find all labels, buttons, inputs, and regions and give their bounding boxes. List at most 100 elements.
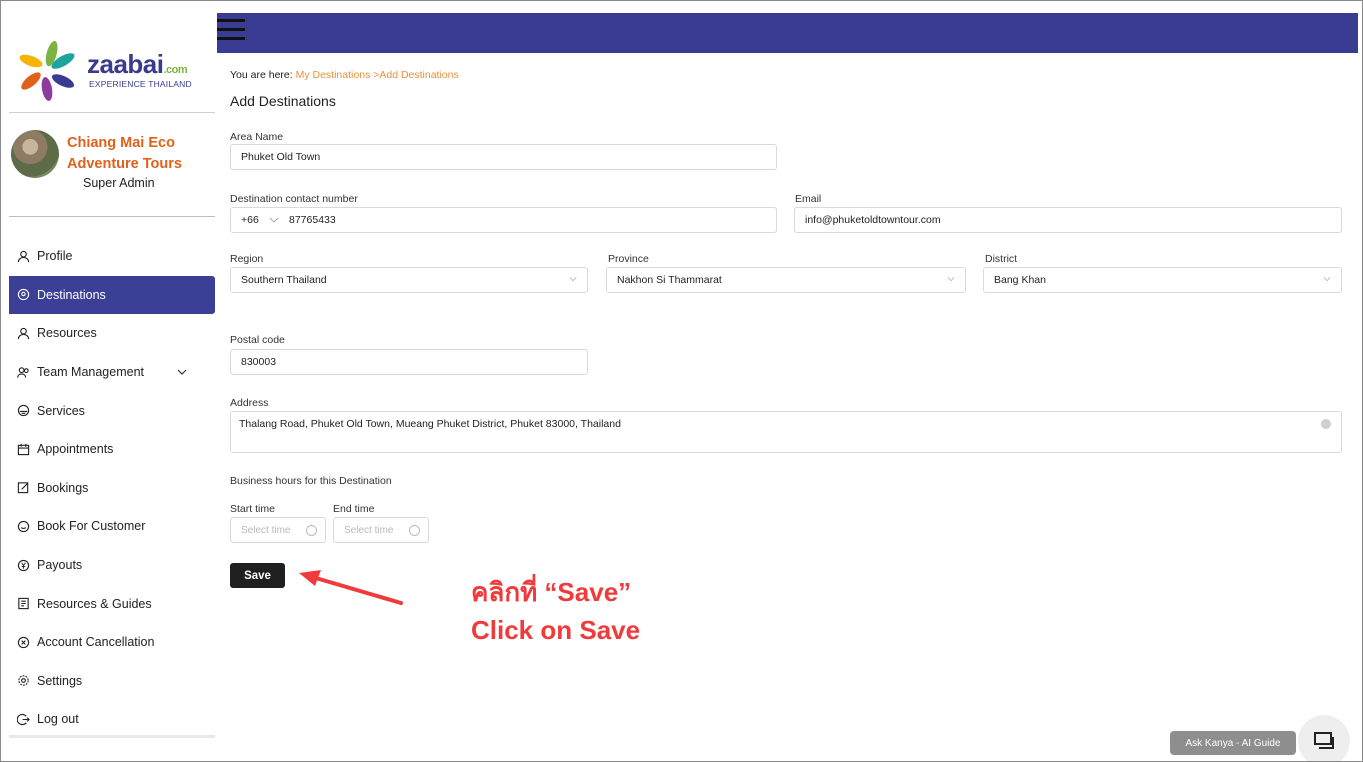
clear-icon[interactable] bbox=[1321, 419, 1331, 429]
sidebar-item-label: Resources bbox=[37, 326, 97, 341]
page-title: Add Destinations bbox=[230, 93, 336, 109]
user-icon bbox=[15, 325, 31, 341]
chat-icon bbox=[1314, 732, 1334, 749]
business-hours-label: Business hours for this Destination bbox=[230, 475, 392, 487]
sidebar-item-label: Services bbox=[37, 403, 85, 418]
ai-guide-label[interactable]: Ask Kanya - AI Guide bbox=[1170, 731, 1296, 755]
email-field[interactable]: info@phuketoldtowntour.com bbox=[794, 207, 1342, 233]
sidebar-item-resources[interactable]: Resources bbox=[9, 314, 215, 353]
brand-name: zaabai.com bbox=[87, 49, 188, 79]
chevron-down-icon bbox=[947, 277, 955, 282]
postal-code-label: Postal code bbox=[230, 334, 285, 346]
country-code-select[interactable]: +66 bbox=[241, 214, 289, 226]
sidebar-nav: Profile Destinations Resources Team Mana… bbox=[9, 237, 215, 739]
sidebar-item-bookings[interactable]: Bookings bbox=[9, 469, 215, 508]
sidebar-item-label: Account Cancellation bbox=[37, 635, 155, 650]
document-icon bbox=[15, 596, 31, 612]
address-textarea[interactable]: Thalang Road, Phuket Old Town, Mueang Ph… bbox=[230, 411, 1342, 453]
breadcrumb-prefix: You are here: bbox=[230, 69, 293, 81]
currency-icon bbox=[15, 557, 31, 573]
clock-icon bbox=[409, 525, 420, 536]
team-icon bbox=[15, 364, 31, 380]
sidebar-item-resources-guides[interactable]: Resources & Guides bbox=[9, 584, 215, 623]
sidebar-item-label: Resources & Guides bbox=[37, 596, 152, 611]
annotation-thai: คลิกที่ “Save” bbox=[471, 577, 632, 607]
org-card: Chiang Mai Eco Adventure Tours Super Adm… bbox=[9, 113, 215, 217]
chat-button[interactable] bbox=[1298, 715, 1350, 761]
country-code-value: +66 bbox=[241, 214, 259, 226]
chevron-down-icon bbox=[569, 277, 577, 282]
tutorial-annotation: คลิกที่ “Save” Click on Save bbox=[471, 573, 640, 649]
top-bar bbox=[217, 13, 1358, 53]
province-select[interactable]: Nakhon Si Thammarat bbox=[606, 267, 966, 293]
smile-icon bbox=[15, 518, 31, 534]
chevron-down-icon[interactable] bbox=[177, 368, 187, 376]
zaabai-logo-icon bbox=[19, 40, 75, 101]
avatar bbox=[11, 130, 59, 178]
sidebar-item-label: Team Management bbox=[37, 365, 145, 380]
address-label: Address bbox=[230, 397, 269, 409]
start-time-label: Start time bbox=[230, 503, 275, 515]
sidebar-item-label: Payouts bbox=[37, 558, 83, 573]
sidebar-item-log-out[interactable]: Log out bbox=[9, 700, 215, 739]
region-value: Southern Thailand bbox=[241, 274, 327, 286]
menu-icon[interactable] bbox=[217, 19, 247, 47]
sidebar-item-book-for-customer[interactable]: Book For Customer bbox=[9, 507, 215, 546]
area-name-label: Area Name bbox=[230, 131, 284, 143]
sidebar-item-account-cancellation[interactable]: Account Cancellation bbox=[9, 623, 215, 662]
address-value: Thalang Road, Phuket Old Town, Mueang Ph… bbox=[239, 418, 621, 430]
location-icon bbox=[15, 287, 31, 303]
user-icon bbox=[15, 248, 31, 264]
district-value: Bang Khan bbox=[994, 274, 1046, 286]
sidebar-item-services[interactable]: Services bbox=[9, 391, 215, 430]
area-name-input[interactable]: Phuket Old Town bbox=[230, 144, 777, 170]
district-label: District bbox=[985, 253, 1018, 265]
province-value: Nakhon Si Thammarat bbox=[617, 274, 722, 286]
sidebar-item-label: Book For Customer bbox=[37, 519, 146, 534]
contact-number-field[interactable]: +66 87765433 bbox=[230, 207, 777, 233]
sidebar-divider bbox=[9, 735, 215, 738]
start-time-placeholder: Select time bbox=[241, 524, 291, 536]
sidebar-item-label: Appointments bbox=[37, 442, 114, 457]
calendar-icon bbox=[15, 441, 31, 457]
sidebar-item-team-management[interactable]: Team Management bbox=[9, 353, 215, 392]
postal-code-value: 830003 bbox=[241, 356, 277, 368]
postal-code-input[interactable]: 830003 bbox=[230, 349, 588, 375]
sidebar-item-profile[interactable]: Profile bbox=[9, 237, 215, 276]
sidebar-item-label: Profile bbox=[37, 249, 73, 264]
end-time-label: End time bbox=[333, 503, 375, 515]
logo[interactable]: zaabai.com EXPERIENCE THAILAND bbox=[9, 23, 215, 113]
annotation-english: Click on Save bbox=[471, 615, 641, 645]
contact-number-label: Destination contact number bbox=[230, 193, 358, 205]
save-button[interactable]: Save bbox=[230, 563, 285, 588]
start-time-picker[interactable]: Select time bbox=[230, 517, 326, 543]
app-frame: zaabai.com EXPERIENCE THAILAND Chiang Ma… bbox=[0, 0, 1363, 762]
sidebar-item-destinations[interactable]: Destinations bbox=[9, 275, 215, 315]
sidebar-item-label: Log out bbox=[37, 712, 79, 727]
sidebar-item-appointments[interactable]: Appointments bbox=[9, 430, 215, 469]
area-name-value: Phuket Old Town bbox=[241, 151, 321, 163]
end-time-placeholder: Select time bbox=[344, 524, 394, 536]
sidebar-item-label: Destinations bbox=[37, 287, 106, 302]
district-select[interactable]: Bang Khan bbox=[983, 267, 1342, 293]
sidebar: zaabai.com EXPERIENCE THAILAND Chiang Ma… bbox=[9, 13, 215, 753]
org-name: Chiang Mai Eco Adventure Tours bbox=[67, 135, 182, 172]
breadcrumb-add-destinations[interactable]: Add Destinations bbox=[379, 69, 458, 81]
clock-icon bbox=[306, 525, 317, 536]
edit-icon bbox=[15, 480, 31, 496]
sidebar-item-label: Settings bbox=[37, 673, 83, 688]
settings-icon bbox=[15, 673, 31, 689]
brand-tagline: EXPERIENCE THAILAND bbox=[89, 79, 192, 89]
region-select[interactable]: Southern Thailand bbox=[230, 267, 588, 293]
sidebar-item-settings[interactable]: Settings bbox=[9, 662, 215, 701]
close-circle-icon bbox=[15, 634, 31, 650]
sidebar-item-payouts[interactable]: Payouts bbox=[9, 546, 215, 585]
email-value: info@phuketoldtowntour.com bbox=[805, 214, 941, 226]
breadcrumb-my-destinations[interactable]: My Destinations bbox=[296, 69, 371, 81]
services-icon bbox=[15, 403, 31, 419]
province-label: Province bbox=[608, 253, 649, 265]
sidebar-item-label: Bookings bbox=[37, 480, 89, 495]
end-time-picker[interactable]: Select time bbox=[333, 517, 429, 543]
arrow-icon bbox=[299, 570, 403, 605]
chevron-down-icon bbox=[1323, 277, 1331, 282]
